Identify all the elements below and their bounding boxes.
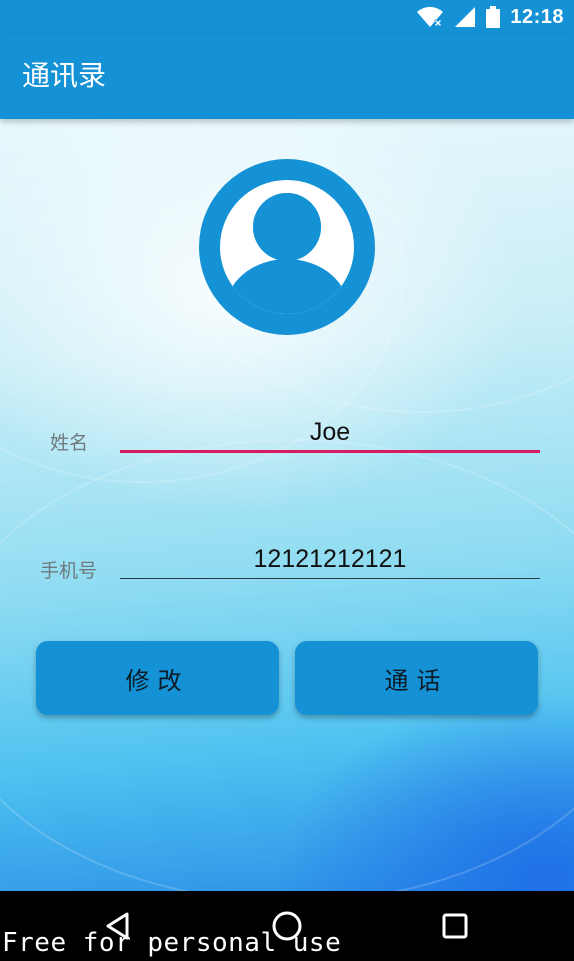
name-field-underline (120, 450, 540, 453)
wifi-icon (417, 6, 444, 27)
phone-field-underline (120, 578, 540, 579)
signal-icon (455, 7, 476, 27)
call-button-label: 通话 (384, 666, 449, 695)
app-title: 通讯录 (22, 59, 107, 92)
status-time: 12:18 (510, 5, 564, 28)
status-icons: 12:18 (416, 0, 564, 34)
phone-field[interactable] (120, 539, 540, 579)
name-field[interactable] (120, 412, 540, 452)
phone-label: 手机号 (40, 560, 98, 582)
person-avatar-icon (199, 159, 375, 335)
contact-screen: 12:18 通讯录 姓名 手机号 修改 (0, 0, 574, 961)
app-bar: 通讯录 (0, 34, 574, 119)
call-button[interactable]: 通话 (295, 641, 538, 715)
edit-button-label: 修改 (125, 666, 190, 695)
name-label: 姓名 (50, 432, 89, 454)
battery-icon (486, 6, 501, 28)
watermark-text: Free for personal use (2, 928, 342, 958)
edit-button[interactable]: 修改 (36, 641, 279, 715)
recents-icon[interactable] (430, 901, 480, 951)
status-bar: 12:18 (0, 0, 574, 34)
